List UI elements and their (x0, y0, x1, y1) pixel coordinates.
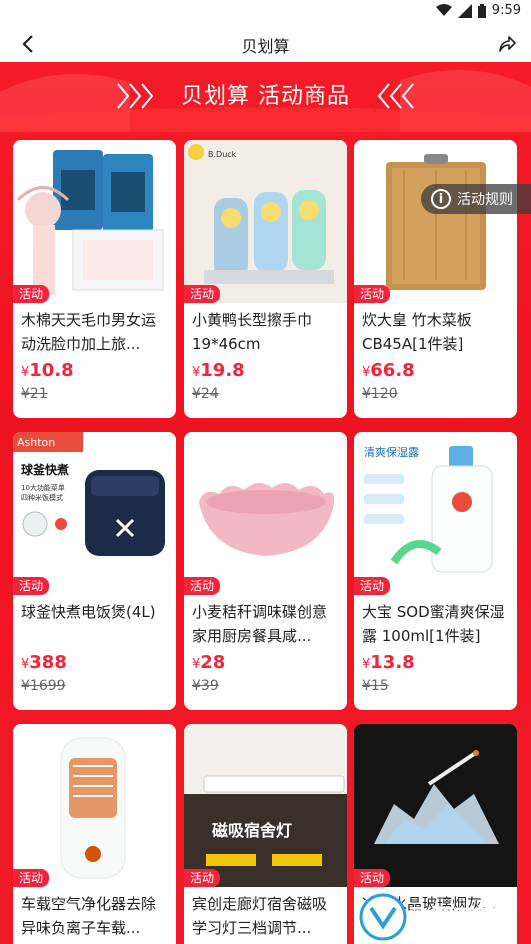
price-value: 66.8 (370, 360, 415, 381)
product-card[interactable]: Ashton 球釜快煮 10大功能菜单 四种米饭模式 活动 球釜快煮电饭煲(4L… (13, 432, 176, 710)
product-card[interactable]: B.Duck 活动 小黄鸭长型擦手巾19*46cm ¥19.8 ¥24 (184, 140, 347, 418)
product-name: 木棉天天毛巾男女运动洗脸巾加上旅... (21, 311, 157, 353)
activity-tag: 活动 (354, 577, 391, 595)
price-value: 13.8 (370, 652, 415, 673)
activity-tag: 活动 (184, 285, 221, 303)
product-image-air-purifier (13, 724, 176, 887)
product-name: 车载空气净化器去除异味负离子车载... (21, 895, 157, 937)
activity-tag: 活动 (13, 285, 50, 303)
price-value: 19.8 (200, 360, 245, 381)
product-card[interactable]: 磁吸宿舍灯 活动 宾创走廊灯宿舍磁吸学习灯三档调节... (184, 724, 347, 944)
battery-icon (477, 3, 486, 18)
page-title: 贝划算 (241, 37, 290, 56)
product-price: ¥388 (21, 652, 67, 673)
rice-cooker-sub1: 10大功能菜单 (21, 483, 65, 492)
original-price: ¥21 (21, 386, 48, 402)
lotion-headline: 清爽保湿露 (364, 445, 419, 459)
product-image-dish (184, 432, 347, 595)
product-card[interactable]: 活动 炊大皇 竹木菜板 CB45A[1件装] ¥66.8 ¥120 (354, 140, 517, 418)
product-image-ashtray (354, 724, 517, 887)
signal-icon (457, 3, 472, 18)
app-bar: 贝划算 (0, 26, 531, 62)
product-image-hand-towel: B.Duck (184, 140, 347, 303)
product-image-lotion: 清爽保湿露 (354, 432, 517, 595)
share-button[interactable] (493, 31, 521, 57)
original-price: ¥15 (362, 678, 389, 694)
activity-tag: 活动 (13, 577, 50, 595)
product-card[interactable]: 活动 木棉天天毛巾男女运动洗脸巾加上旅... ¥10.8 ¥21 (13, 140, 176, 418)
status-bar: 9:59 (0, 0, 531, 26)
brand-bduck: B.Duck (208, 150, 237, 159)
brand-ashton: Ashton (17, 436, 55, 449)
activity-tag: 活动 (184, 577, 221, 595)
product-name: 球釜快煮电饭煲(4L) (21, 603, 156, 621)
banner-title: 贝划算 活动商品 (181, 84, 350, 109)
product-image-towel (13, 140, 176, 303)
activity-tag: 活动 (13, 869, 50, 887)
status-time: 9:59 (491, 3, 521, 18)
info-icon: i (431, 189, 451, 209)
activity-rules-label: 活动规则 (457, 192, 513, 208)
rice-cooker-headline: 球釜快煮 (21, 462, 69, 477)
watermark-text: 飞翔下载 (409, 905, 497, 931)
activity-tag: 活动 (184, 869, 221, 887)
product-image-lamp: 磁吸宿舍灯 (184, 724, 347, 887)
rice-cooker-sub2: 四种米饭模式 (21, 493, 63, 502)
product-price: ¥19.8 (192, 360, 245, 381)
product-image-cutting-board (354, 140, 517, 303)
product-name: 大宝 SOD蜜清爽保湿露 100ml[1件装] (362, 603, 505, 645)
chevron-right-decoration (377, 83, 414, 109)
product-image-rice-cooker: Ashton 球釜快煮 10大功能菜单 四种米饭模式 (13, 432, 176, 595)
original-price: ¥39 (192, 678, 219, 694)
product-price: ¥66.8 (362, 360, 415, 381)
price-value: 388 (29, 652, 67, 673)
activity-tag: 活动 (354, 869, 391, 887)
product-card[interactable]: 活动 车载空气净化器去除异味负离子车载... (13, 724, 176, 944)
lamp-headline: 磁吸宿舍灯 (212, 821, 292, 840)
product-card[interactable]: 活动 小麦秸秆调味碟创意家用厨房餐具咸... ¥28 ¥39 (184, 432, 347, 710)
wifi-icon (435, 4, 452, 16)
original-price: ¥120 (362, 386, 398, 402)
original-price: ¥24 (192, 386, 219, 402)
price-value: 28 (200, 652, 226, 673)
watermark-logo: 飞翔下载 (357, 892, 525, 942)
original-price: ¥1699 (21, 678, 66, 694)
product-card[interactable]: 清爽保湿露 活动 大宝 SOD蜜清爽保湿露 100ml[1件装] ¥13.8 ¥… (354, 432, 517, 710)
share-icon (499, 36, 516, 52)
product-name: 宾创走廊灯宿舍磁吸学习灯三档调节... (192, 895, 328, 937)
product-name: 小黄鸭长型擦手巾19*46cm (192, 311, 313, 353)
activity-tag: 活动 (354, 285, 391, 303)
activity-rules-button[interactable]: i 活动规则 (421, 184, 531, 214)
status-icons: 9:59 (435, 3, 521, 18)
product-name: 小麦秸秆调味碟创意家用厨房餐具咸... (192, 603, 328, 645)
product-name: 炊大皇 竹木菜板 CB45A[1件装] (362, 311, 472, 353)
price-value: 10.8 (29, 360, 74, 381)
product-price: ¥28 (192, 652, 225, 673)
product-price: ¥13.8 (362, 652, 415, 673)
product-price: ¥10.8 (21, 360, 74, 381)
